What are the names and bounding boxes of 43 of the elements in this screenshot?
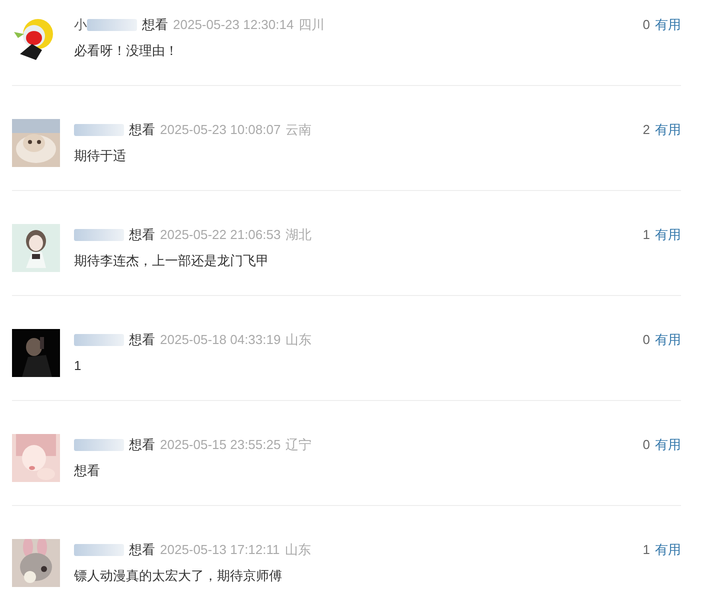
useful-link[interactable]: 有用 xyxy=(655,225,681,245)
timestamp: 2025-05-15 23:55:25 xyxy=(160,436,281,454)
timestamp: 2025-05-23 12:30:14 xyxy=(173,16,294,34)
useful-link[interactable]: 有用 xyxy=(655,540,681,560)
useful-link[interactable]: 有用 xyxy=(655,120,681,140)
comment-text: 想看 xyxy=(74,462,101,480)
location: 湖北 xyxy=(286,226,312,244)
useful-link[interactable]: 有用 xyxy=(655,15,681,35)
comment-text: 必看呀！没理由！ xyxy=(74,42,179,60)
vote-count: 2 xyxy=(642,121,650,139)
timestamp: 2025-05-13 17:12:11 xyxy=(160,541,280,559)
comment-text: 期待于适 xyxy=(74,147,127,165)
comment-text: 期待李连杰，上一部还是龙门飞甲 xyxy=(74,252,270,270)
useful-link[interactable]: 有用 xyxy=(655,435,681,455)
status-label: 想看 xyxy=(142,16,168,34)
timestamp: 2025-05-23 10:08:07 xyxy=(160,121,281,139)
status-label: 想看 xyxy=(129,331,155,349)
status-label: 想看 xyxy=(129,541,155,559)
blurred-name xyxy=(74,334,124,346)
vote-count: 0 xyxy=(642,331,650,349)
blurred-name xyxy=(74,544,124,556)
status-label: 想看 xyxy=(129,436,155,454)
vote-count: 1 xyxy=(642,541,650,559)
blurred-name xyxy=(74,229,124,241)
blurred-name xyxy=(87,19,137,31)
timestamp: 2025-05-18 04:33:19 xyxy=(160,331,281,349)
blurred-name xyxy=(74,439,124,451)
location: 山东 xyxy=(284,541,311,559)
timestamp: 2025-05-22 21:06:53 xyxy=(160,226,281,244)
location: 辽宁 xyxy=(286,436,312,454)
vote-count: 1 xyxy=(642,226,650,244)
location: 云南 xyxy=(286,121,312,139)
vote-count: 0 xyxy=(642,436,650,454)
user-name[interactable]: 小 xyxy=(74,15,87,35)
blurred-name xyxy=(74,124,124,136)
vote-count: 0 xyxy=(642,16,650,34)
comment-text: 1 xyxy=(74,357,82,375)
status-label: 想看 xyxy=(129,121,155,139)
location: 山东 xyxy=(286,331,312,349)
useful-link[interactable]: 有用 xyxy=(655,330,681,350)
status-label: 想看 xyxy=(129,226,155,244)
location: 四川 xyxy=(298,16,325,34)
comment-text: 镖人动漫真的太宏大了，期待京师傅 xyxy=(74,567,283,585)
